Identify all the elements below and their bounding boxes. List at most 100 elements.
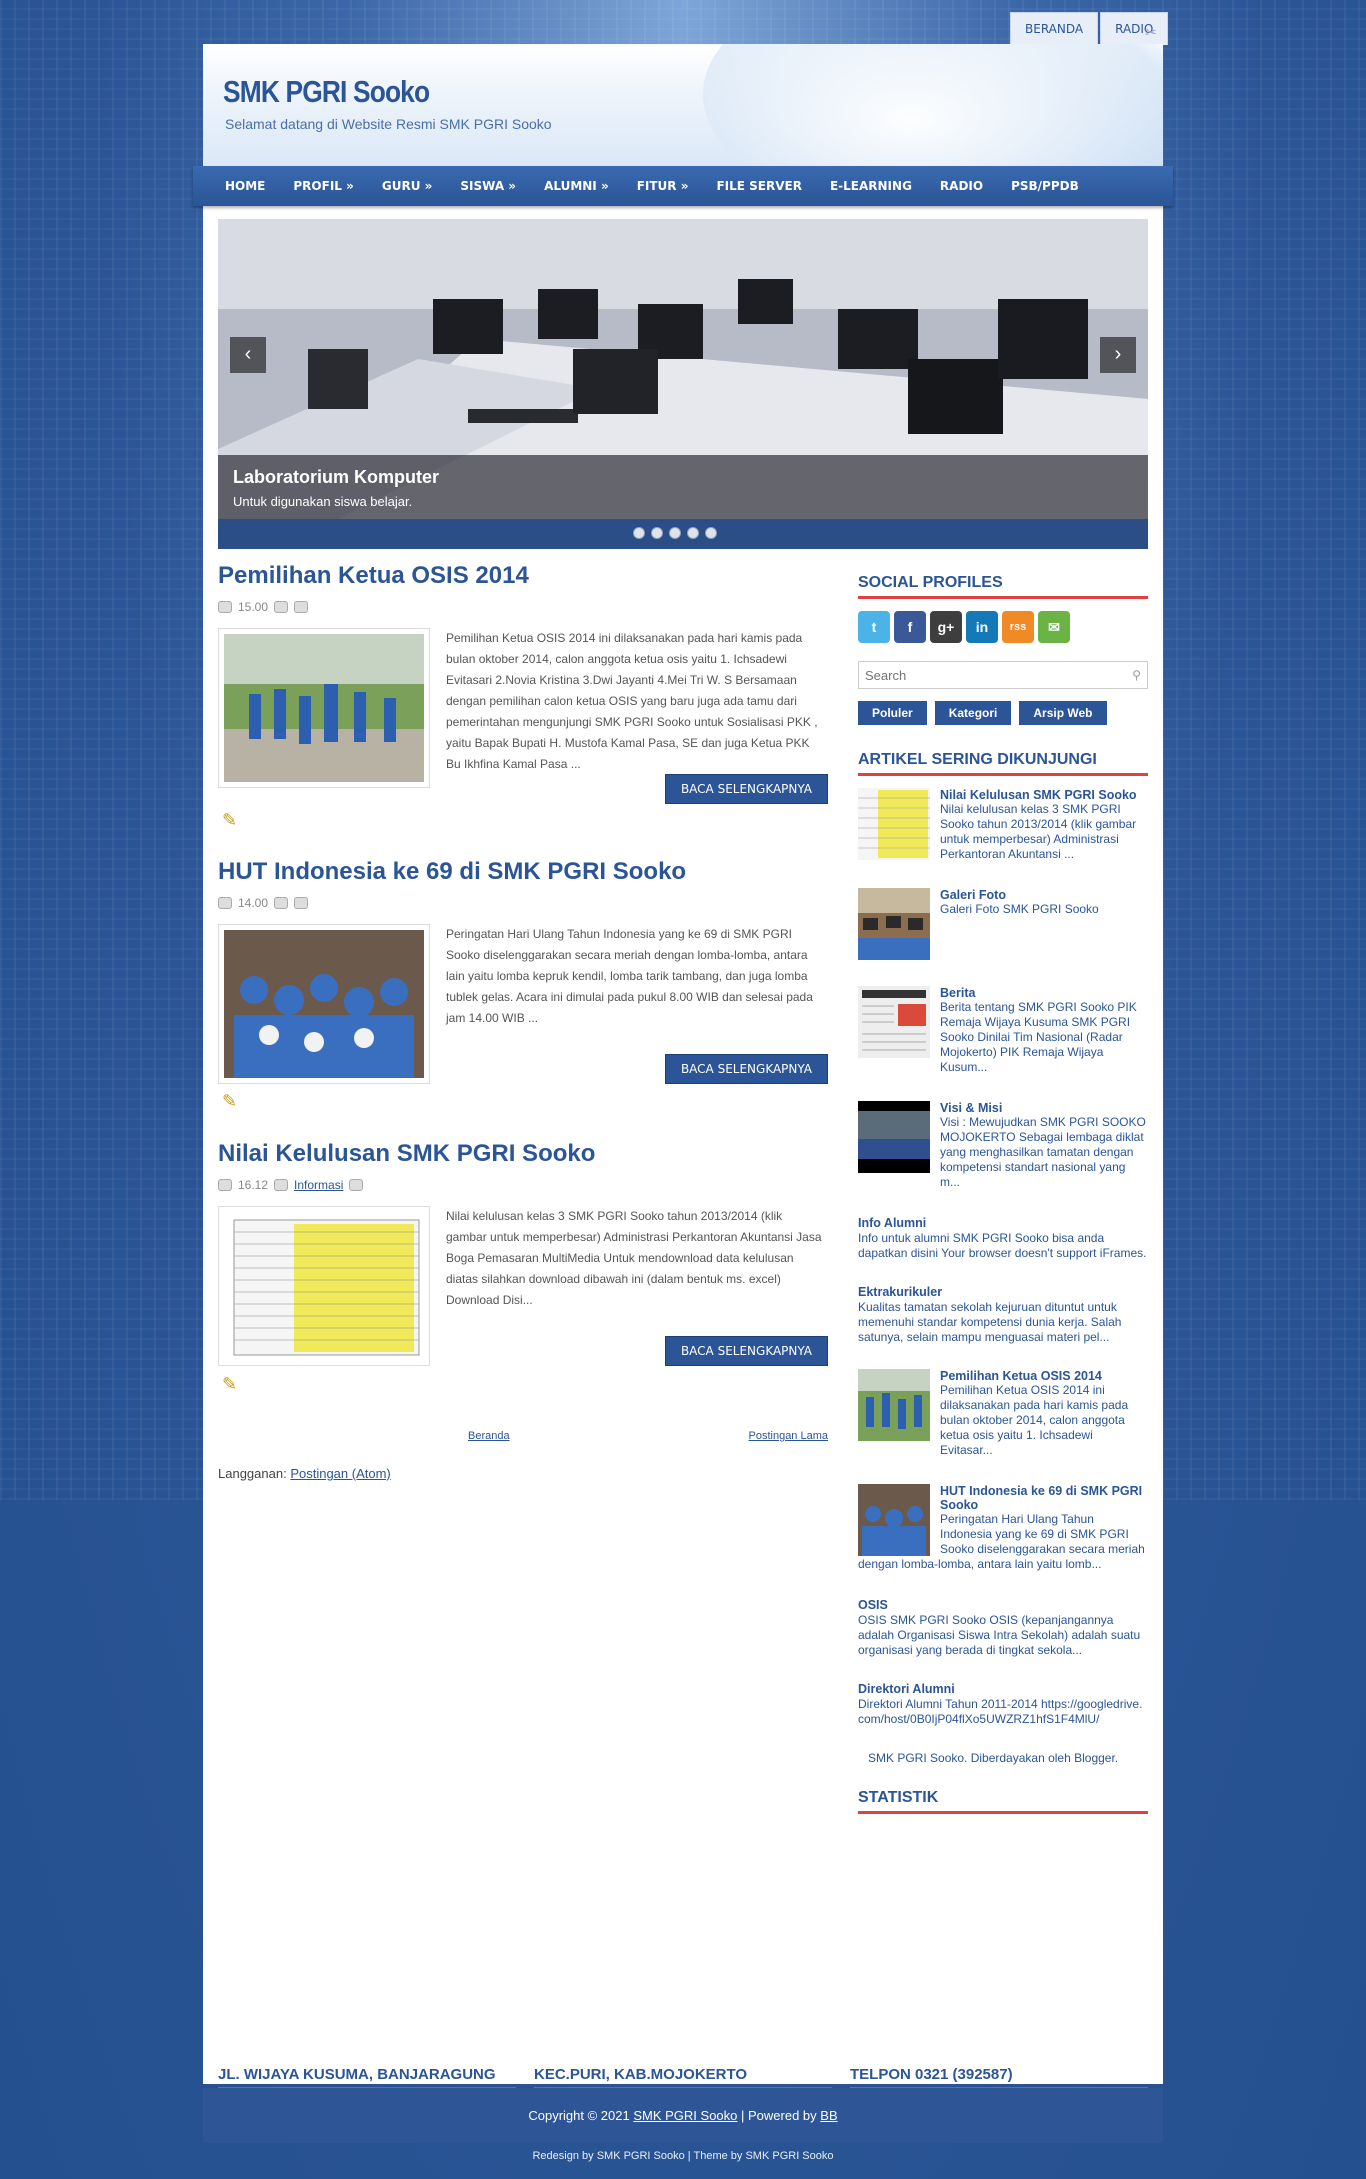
popular-post-title[interactable]: Direktori Alumni: [858, 1682, 1148, 1697]
popular-post-title[interactable]: OSIS: [858, 1598, 1148, 1613]
comment-icon[interactable]: [349, 1179, 364, 1191]
rss-icon[interactable]: rss: [1002, 611, 1034, 643]
feed-atom-link[interactable]: Postingan (Atom): [290, 1466, 390, 1481]
nav-file-server[interactable]: FILE SERVER: [702, 179, 816, 193]
popular-post-thumbnail[interactable]: [858, 1484, 930, 1556]
post-thumbnail[interactable]: [218, 924, 430, 1084]
popular-post-item[interactable]: Ektrakurikuler Kualitas tamatan sekolah …: [858, 1285, 1148, 1345]
read-more-button[interactable]: BACA SELENGKAPNYA: [664, 1336, 828, 1366]
popular-post-title[interactable]: Info Alumni: [858, 1216, 1148, 1231]
post-thumbnail[interactable]: [218, 1206, 430, 1366]
slider-dot-1[interactable]: [633, 527, 645, 539]
slide-caption-title: Laboratorium Komputer: [233, 467, 440, 487]
popular-post-item[interactable]: Visi & Misi Visi : Mewujudkan SMK PGRI S…: [858, 1101, 1148, 1190]
slider-next-button[interactable]: ›: [1100, 337, 1136, 373]
nav-guru[interactable]: GURU »: [368, 179, 447, 193]
comment-icon[interactable]: [294, 601, 309, 613]
popular-post-item[interactable]: Info Alumni Info untuk alumni SMK PGRI S…: [858, 1216, 1148, 1261]
linkedin-icon[interactable]: in: [966, 611, 998, 643]
post-meta: 16.12 Informasi: [218, 1178, 828, 1192]
tab-archive[interactable]: Arsip Web: [1019, 701, 1107, 725]
slider-dot-3[interactable]: [669, 527, 681, 539]
pager-older-link[interactable]: Postingan Lama: [749, 1430, 829, 1442]
wrench-icon[interactable]: ✂: [1145, 24, 1157, 41]
nav-profil[interactable]: PROFIL »: [279, 179, 367, 193]
post: HUT Indonesia ke 69 di SMK PGRI Sooko 14…: [218, 858, 828, 1112]
search-box: ⚲: [858, 661, 1148, 689]
folder-icon: [274, 601, 289, 613]
popular-post-title[interactable]: Berita: [940, 986, 1148, 1000]
popular-post-item[interactable]: OSIS OSIS SMK PGRI Sooko OSIS (kepanjang…: [858, 1598, 1148, 1658]
nav-e-learning[interactable]: E-LEARNING: [816, 179, 926, 193]
popular-post-item[interactable]: Direktori Alumni Direktori Alumni Tahun …: [858, 1682, 1148, 1727]
popular-post-thumbnail[interactable]: [858, 986, 930, 1058]
popular-post-content: Visi & Misi Visi : Mewujudkan SMK PGRI S…: [940, 1101, 1148, 1190]
nav-home[interactable]: HOME: [211, 179, 279, 193]
popular-post-thumbnail[interactable]: [858, 1369, 930, 1441]
popular-post-item[interactable]: Berita Berita tentang SMK PGRI Sooko PIK…: [858, 986, 1148, 1075]
comment-icon[interactable]: [294, 897, 309, 909]
post-title[interactable]: HUT Indonesia ke 69 di SMK PGRI Sooko: [218, 858, 828, 886]
popular-post-thumbnail[interactable]: [858, 1101, 930, 1173]
popular-post-item[interactable]: Nilai Kelulusan SMK PGRI Sooko Nilai kel…: [858, 788, 1148, 862]
slider-dot-5[interactable]: [705, 527, 717, 539]
nav-fitur[interactable]: FITUR »: [623, 179, 703, 193]
top-tab-beranda[interactable]: BERANDA: [1010, 12, 1099, 45]
slider-dot-2[interactable]: [651, 527, 663, 539]
header-decoration: [703, 44, 1163, 166]
page-wrapper: SMK PGRI Sooko Selamat datang di Website…: [193, 44, 1173, 2090]
nav-radio[interactable]: RADIO: [926, 179, 997, 193]
copyright-bb-link[interactable]: BB: [820, 2108, 837, 2123]
popular-post-title[interactable]: Visi & Misi: [940, 1101, 1148, 1115]
popular-post-item[interactable]: HUT Indonesia ke 69 di SMK PGRI Sooko Pe…: [858, 1484, 1148, 1572]
site-title[interactable]: SMK PGRI Sooko: [223, 74, 430, 110]
tab-category[interactable]: Kategori: [934, 701, 1012, 725]
slide-caption: Laboratorium Komputer Untuk digunakan si…: [218, 455, 1148, 519]
popular-post-title[interactable]: Nilai Kelulusan SMK PGRI Sooko: [940, 788, 1148, 802]
google-plus-icon[interactable]: g+: [930, 611, 962, 643]
nav-siswa[interactable]: SISWA »: [446, 179, 530, 193]
top-tab-radio[interactable]: RADIO: [1100, 12, 1169, 45]
search-icon[interactable]: ⚲: [1132, 668, 1141, 682]
nav-alumni[interactable]: ALUMNI »: [530, 179, 623, 193]
slider-dots: [633, 527, 717, 539]
popular-post-title[interactable]: Galeri Foto: [940, 888, 1099, 902]
facebook-icon[interactable]: f: [894, 611, 926, 643]
popular-post-title[interactable]: Ektrakurikuler: [858, 1285, 1148, 1300]
footer-phone: TELPON 0321 (392587): [850, 2066, 1148, 2090]
popular-post-snippet: Visi : Mewujudkan SMK PGRI SOOKO MOJOKER…: [940, 1115, 1146, 1189]
popular-post-thumbnail[interactable]: [858, 788, 930, 860]
nav-psb-ppdb[interactable]: PSB/PPDB: [997, 179, 1093, 193]
image-slider[interactable]: Laboratorium Komputer Untuk digunakan si…: [218, 219, 1148, 549]
post-thumbnail[interactable]: [218, 628, 430, 788]
edit-pencil-icon[interactable]: ✎: [222, 810, 237, 831]
post-category-link[interactable]: Informasi: [294, 1178, 343, 1192]
slider-prev-button[interactable]: ‹: [230, 337, 266, 373]
copyright-bar: Copyright © 2021 SMK PGRI Sooko | Powere…: [203, 2088, 1163, 2143]
pager-home-link[interactable]: Beranda: [468, 1430, 510, 1442]
feed-label: Langganan:: [218, 1466, 287, 1481]
feed-links: Langganan: Postingan (Atom): [218, 1466, 828, 1481]
read-more-button[interactable]: BACA SELENGKAPNYA: [664, 1054, 828, 1084]
tab-popular[interactable]: Poluler: [858, 701, 927, 725]
popular-post-item[interactable]: Pemilihan Ketua OSIS 2014 Pemilihan Ketu…: [858, 1369, 1148, 1458]
post: Pemilihan Ketua OSIS 2014 15.00 Pemiliha…: [218, 562, 828, 830]
popular-post-item[interactable]: Galeri Foto Galeri Foto SMK PGRI Sooko: [858, 888, 1148, 960]
popular-post-title[interactable]: Pemilihan Ketua OSIS 2014: [940, 1369, 1148, 1383]
post-title[interactable]: Pemilihan Ketua OSIS 2014: [218, 562, 828, 590]
slide-caption-text: Untuk digunakan siswa belajar.: [233, 494, 413, 509]
popular-post-content: Berita Berita tentang SMK PGRI Sooko PIK…: [940, 986, 1148, 1075]
post-title[interactable]: Nilai Kelulusan SMK PGRI Sooko: [218, 1140, 828, 1168]
search-input[interactable]: [859, 662, 1147, 688]
popular-post-thumbnail[interactable]: [858, 888, 930, 960]
folder-icon: [274, 897, 289, 909]
twitter-icon[interactable]: t: [858, 611, 890, 643]
read-more-button[interactable]: BACA SELENGKAPNYA: [664, 774, 828, 804]
edit-pencil-icon[interactable]: ✎: [222, 1374, 237, 1395]
post-body: Pemilihan Ketua OSIS 2014 ini dilaksanak…: [218, 628, 828, 788]
email-icon[interactable]: ✉: [1038, 611, 1070, 643]
edit-pencil-icon[interactable]: ✎: [222, 1091, 237, 1112]
popular-post-snippet: Pemilihan Ketua OSIS 2014 ini dilaksanak…: [940, 1383, 1129, 1457]
copyright-site-link[interactable]: SMK PGRI Sooko: [633, 2108, 737, 2123]
slider-dot-4[interactable]: [687, 527, 699, 539]
